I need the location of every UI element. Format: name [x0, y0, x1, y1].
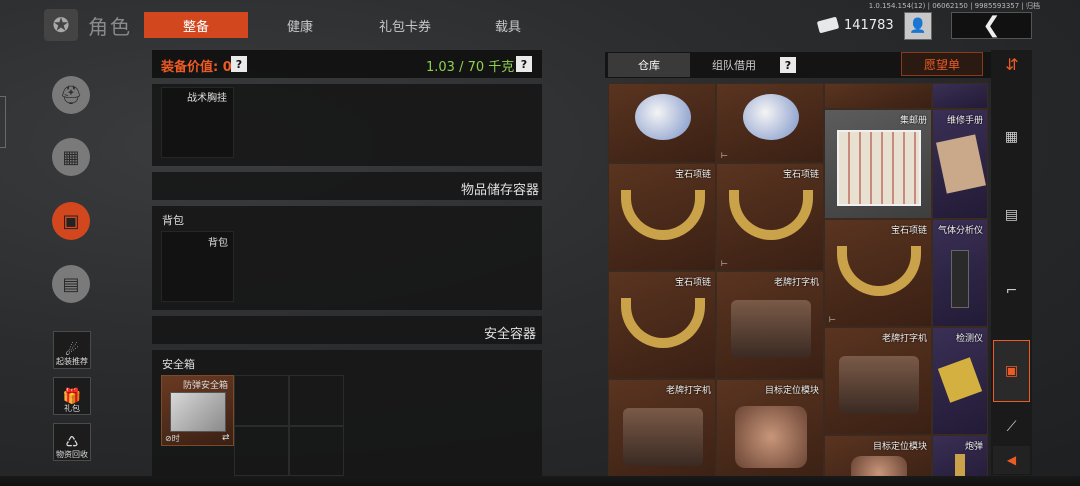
character-emblem-icon: ✪	[44, 9, 78, 41]
inventory-item[interactable]: 宝石项链 ⊢	[824, 219, 932, 327]
loadout-recommend-label: 起装推荐	[56, 357, 88, 366]
inventory-item[interactable]: 检测仪	[932, 327, 988, 435]
tab-gift-coupons[interactable]: 礼包卡券	[364, 12, 446, 38]
armor-icon[interactable]: ▦	[52, 138, 90, 176]
gift-label: 礼包	[64, 404, 80, 413]
necklace-icon	[621, 298, 705, 348]
inventory-item[interactable]	[608, 83, 716, 163]
vest-icon[interactable]: ▣	[52, 202, 90, 240]
tab-equip[interactable]: 整备	[144, 12, 248, 38]
storage-title: 物品储存容器	[461, 183, 540, 198]
inventory-item-partial[interactable]	[932, 83, 988, 109]
tab-vehicle[interactable]: 载具	[478, 12, 538, 38]
backpack-section-label: 背包	[162, 214, 184, 227]
page-title: 角色	[88, 15, 132, 39]
armor-category-icon[interactable]: ▦	[993, 112, 1030, 162]
backpack-slot-label: 背包	[208, 238, 228, 249]
value-help-icon[interactable]: ?	[231, 56, 247, 72]
avatar[interactable]: 👤	[904, 12, 932, 40]
carry-weight: 1.03 / 70 千克	[426, 60, 515, 75]
inventory-item[interactable]: 气体分析仪	[932, 219, 988, 327]
typewriter-icon	[623, 408, 703, 466]
necklace-icon	[729, 190, 813, 240]
stamp-album-icon	[837, 130, 921, 206]
typewriter-icon	[731, 300, 811, 358]
case-icon[interactable]: ▤	[52, 265, 90, 303]
tab-health[interactable]: 健康	[270, 12, 330, 38]
currency-display: 141783	[816, 14, 894, 36]
weight-help-icon[interactable]: ?	[516, 56, 532, 72]
necklace-icon	[837, 246, 921, 296]
inventory-item[interactable]: 宝石项链 ⊢	[716, 163, 824, 271]
safe-item-name: 防弹安全箱	[183, 381, 229, 391]
inventory-item[interactable]: 老牌打字机	[716, 271, 824, 379]
bottom-strip	[0, 476, 1080, 486]
recycle-label: 物资回收	[56, 450, 88, 459]
inventory-item[interactable]: 宝石项链	[608, 271, 716, 379]
collapse-arrow-icon[interactable]: ◀	[993, 446, 1030, 474]
safe-item-timer-icon: ⊘时	[165, 434, 180, 443]
rail-edge-tab[interactable]	[0, 96, 6, 148]
inventory-item[interactable]: 维修手册	[932, 109, 988, 219]
currency-amount: 141783	[844, 17, 894, 33]
wishlist-button[interactable]: 愿望单	[901, 52, 983, 76]
teapot-icon	[743, 94, 799, 140]
safe-grid-cell[interactable]	[289, 375, 344, 426]
inventory-grid: ⊢ 集邮册 维修手册 宝石项链 宝石项链 ⊢ 宝石项链 ⊢ 气体分析仪 宝石项链…	[608, 83, 988, 486]
safe-case-icon	[170, 392, 226, 432]
rifle-category-icon[interactable]: ⌐	[993, 266, 1030, 316]
safe-box-section-label: 安全箱	[162, 358, 195, 371]
back-button[interactable]: ❮	[951, 12, 1032, 39]
detector-icon	[937, 357, 983, 403]
necklace-icon	[621, 190, 705, 240]
inventory-item[interactable]: ⊢	[716, 83, 824, 163]
target-module-icon	[735, 406, 807, 468]
typewriter-icon	[839, 356, 919, 414]
chest-rig-label: 战术胸挂	[187, 93, 227, 104]
inventory-item[interactable]: 老牌打字机	[824, 327, 932, 435]
gas-analyzer-icon	[951, 250, 969, 308]
banknote-icon	[816, 16, 840, 34]
safe-grid-cell[interactable]	[234, 375, 289, 426]
teapot-icon	[635, 94, 691, 140]
safe-grid-cell[interactable]	[234, 426, 289, 476]
inventory-help-icon[interactable]: ?	[780, 57, 796, 73]
inventory-item[interactable]: 目标定位模块	[716, 379, 824, 486]
inventory-item-partial[interactable]	[824, 83, 932, 109]
tab-team-borrow[interactable]: 组队借用	[694, 53, 774, 77]
swap-icon[interactable]: ⇄	[222, 433, 230, 443]
inventory-item[interactable]: 宝石项链	[608, 163, 716, 271]
box-category-icon[interactable]: ▣	[993, 340, 1030, 402]
equipment-value: 装备价值: 0	[161, 60, 232, 75]
safe-grid-cell[interactable]	[289, 426, 344, 476]
manual-icon	[936, 134, 986, 194]
version-text: 1.0.154.154(12) | 06062150 | 9985593357 …	[868, 2, 1040, 10]
inventory-item[interactable]: 集邮册	[824, 109, 932, 219]
helmet-icon[interactable]: ⛑	[52, 76, 90, 114]
sort-icon[interactable]: ⇵	[999, 54, 1025, 74]
vest-category-icon[interactable]: ▤	[993, 190, 1030, 240]
safe-container-title: 安全容器	[484, 327, 537, 342]
knife-category-icon[interactable]: ⟋	[993, 410, 1030, 444]
inventory-item[interactable]: 老牌打字机	[608, 379, 716, 486]
tab-warehouse[interactable]: 仓库	[608, 53, 690, 77]
